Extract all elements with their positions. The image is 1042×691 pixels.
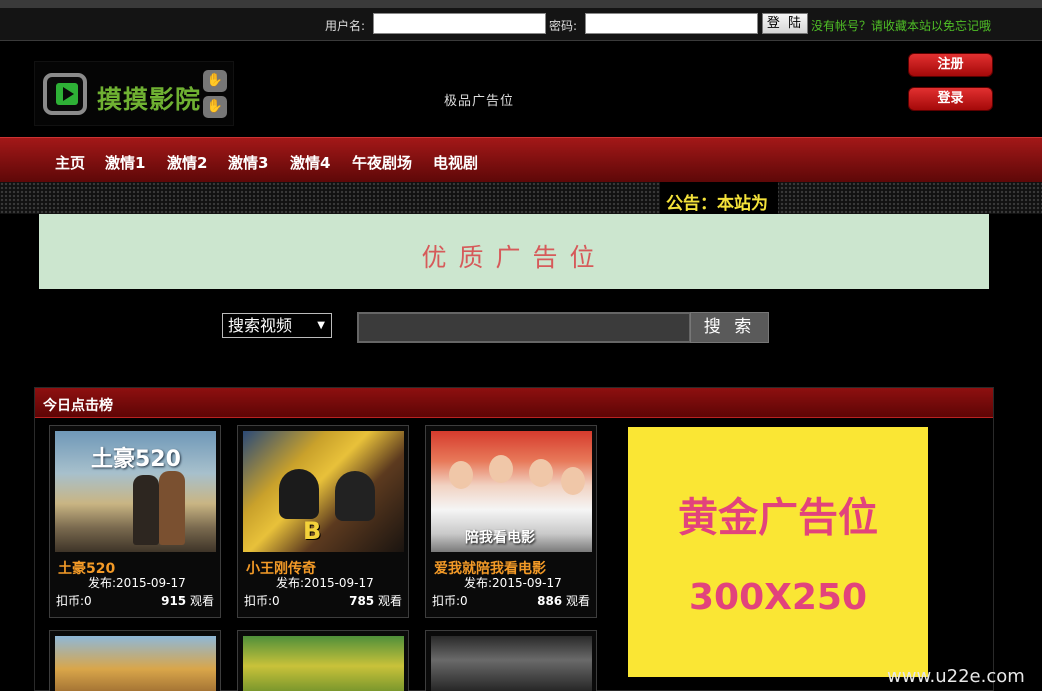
nav-item-passion-2[interactable]: 激情2 (167, 152, 207, 173)
poster-face (489, 455, 513, 483)
video-coins: 扣币:0 (432, 594, 468, 608)
poster-figure (159, 471, 185, 545)
play-icon (56, 83, 78, 105)
video-card[interactable] (237, 630, 409, 691)
header-ad-text[interactable]: 极品广告位 (444, 90, 514, 109)
gold-ad-size: 300X250 (688, 577, 868, 618)
poster-face (449, 461, 473, 489)
video-date: 发布:2015-09-17 (464, 576, 562, 590)
nav-item-midnight-theater[interactable]: 午夜剧场 (352, 152, 412, 173)
video-card[interactable]: B 小王刚传奇 发布:2015-09-17 扣币:0 785 观看 (237, 425, 409, 618)
views-unit: 观看 (377, 594, 402, 608)
search-type-select[interactable]: 搜索视频 ▼ (222, 313, 332, 338)
bookmark-hint-link[interactable]: 没有帐号？请收藏本站以免忘记哦 (811, 17, 991, 34)
site-logo[interactable]: 摸摸影院 ✋ ✋ (34, 61, 234, 126)
nav-item-home[interactable]: 主页 (55, 152, 85, 173)
search-button[interactable]: 搜 索 (690, 312, 769, 343)
notice-text: 公告：本站为 (666, 194, 768, 214)
views-count: 785 (349, 594, 375, 608)
logo-text: 摸摸影院 (97, 85, 202, 114)
poster-figure (335, 471, 375, 521)
video-poster[interactable]: B (243, 431, 404, 552)
nav-item-passion-3[interactable]: 激情3 (228, 152, 268, 173)
poster-face (529, 459, 553, 487)
username-label: 用户名: (325, 19, 366, 33)
banner-ad[interactable]: 优质广告位 (39, 214, 989, 289)
poster-logo: B (303, 517, 322, 545)
watermark: www.u22e.com (887, 666, 1025, 687)
video-card[interactable]: 土豪520 土豪520 发布:2015-09-17 扣币:0 915 观看 (49, 425, 221, 618)
video-card[interactable]: 陪我看电影 爱我就陪我看电影 发布:2015-09-17 扣币:0 886 观看 (425, 425, 597, 618)
dropdown-arrow-icon: ▼ (317, 320, 325, 331)
views-count: 886 (537, 594, 563, 608)
login-button[interactable]: 登录 (908, 87, 993, 111)
poster-figure (133, 475, 159, 545)
search-type-value: 搜索视频 (228, 316, 293, 335)
nav-item-passion-4[interactable]: 激情4 (290, 152, 330, 173)
video-coins: 扣币:0 (244, 594, 280, 608)
video-date: 发布:2015-09-17 (88, 576, 186, 590)
video-card[interactable] (425, 630, 597, 691)
video-views: 915 观看 (161, 592, 214, 609)
main-nav: 主页 激情1 激情2 激情3 激情4 午夜剧场 电视剧 (0, 137, 1042, 182)
login-submit-button[interactable]: 登 陆 (762, 13, 808, 34)
login-bar: 用户名: 密码: 登 陆 没有帐号？请收藏本站以免忘记哦 (0, 0, 1042, 41)
video-coins: 扣币:0 (56, 594, 92, 608)
video-card[interactable] (49, 630, 221, 691)
video-poster[interactable]: 陪我看电影 (431, 431, 592, 552)
hand-icon: ✋ (203, 96, 227, 118)
poster-title: 土豪520 (91, 447, 181, 472)
poster-figure (279, 469, 319, 519)
username-input[interactable] (373, 13, 546, 34)
poster-face (561, 467, 585, 495)
banner-ad-text: 优质广告位 (421, 243, 607, 272)
panel-title: 今日点击榜 (43, 398, 113, 414)
notice-strip: 公告：本站为 (0, 182, 1042, 214)
register-button[interactable]: 注册 (908, 53, 993, 77)
panel-header: 今日点击榜 (35, 388, 993, 418)
video-date: 发布:2015-09-17 (276, 576, 374, 590)
nav-item-tv-series[interactable]: 电视剧 (433, 152, 478, 173)
video-poster[interactable] (431, 636, 592, 691)
video-poster[interactable] (55, 636, 216, 691)
video-poster[interactable] (243, 636, 404, 691)
nav-item-passion-1[interactable]: 激情1 (105, 152, 145, 173)
video-poster[interactable]: 土豪520 (55, 431, 216, 552)
views-count: 915 (161, 594, 187, 608)
gold-ad-title: 黄金广告位 (678, 495, 878, 541)
video-views: 785 观看 (349, 592, 402, 609)
gold-ad[interactable]: 黄金广告位 300X250 (628, 427, 928, 677)
tv-icon (43, 73, 87, 115)
views-unit: 观看 (565, 594, 590, 608)
search-input[interactable] (357, 312, 691, 343)
poster-title: 陪我看电影 (465, 530, 535, 546)
video-views: 886 观看 (537, 592, 590, 609)
password-input[interactable] (585, 13, 758, 34)
views-unit: 观看 (189, 594, 214, 608)
password-label: 密码: (549, 19, 578, 33)
hand-icon: ✋ (203, 70, 227, 92)
notice-marquee: 公告：本站为 (660, 182, 778, 214)
